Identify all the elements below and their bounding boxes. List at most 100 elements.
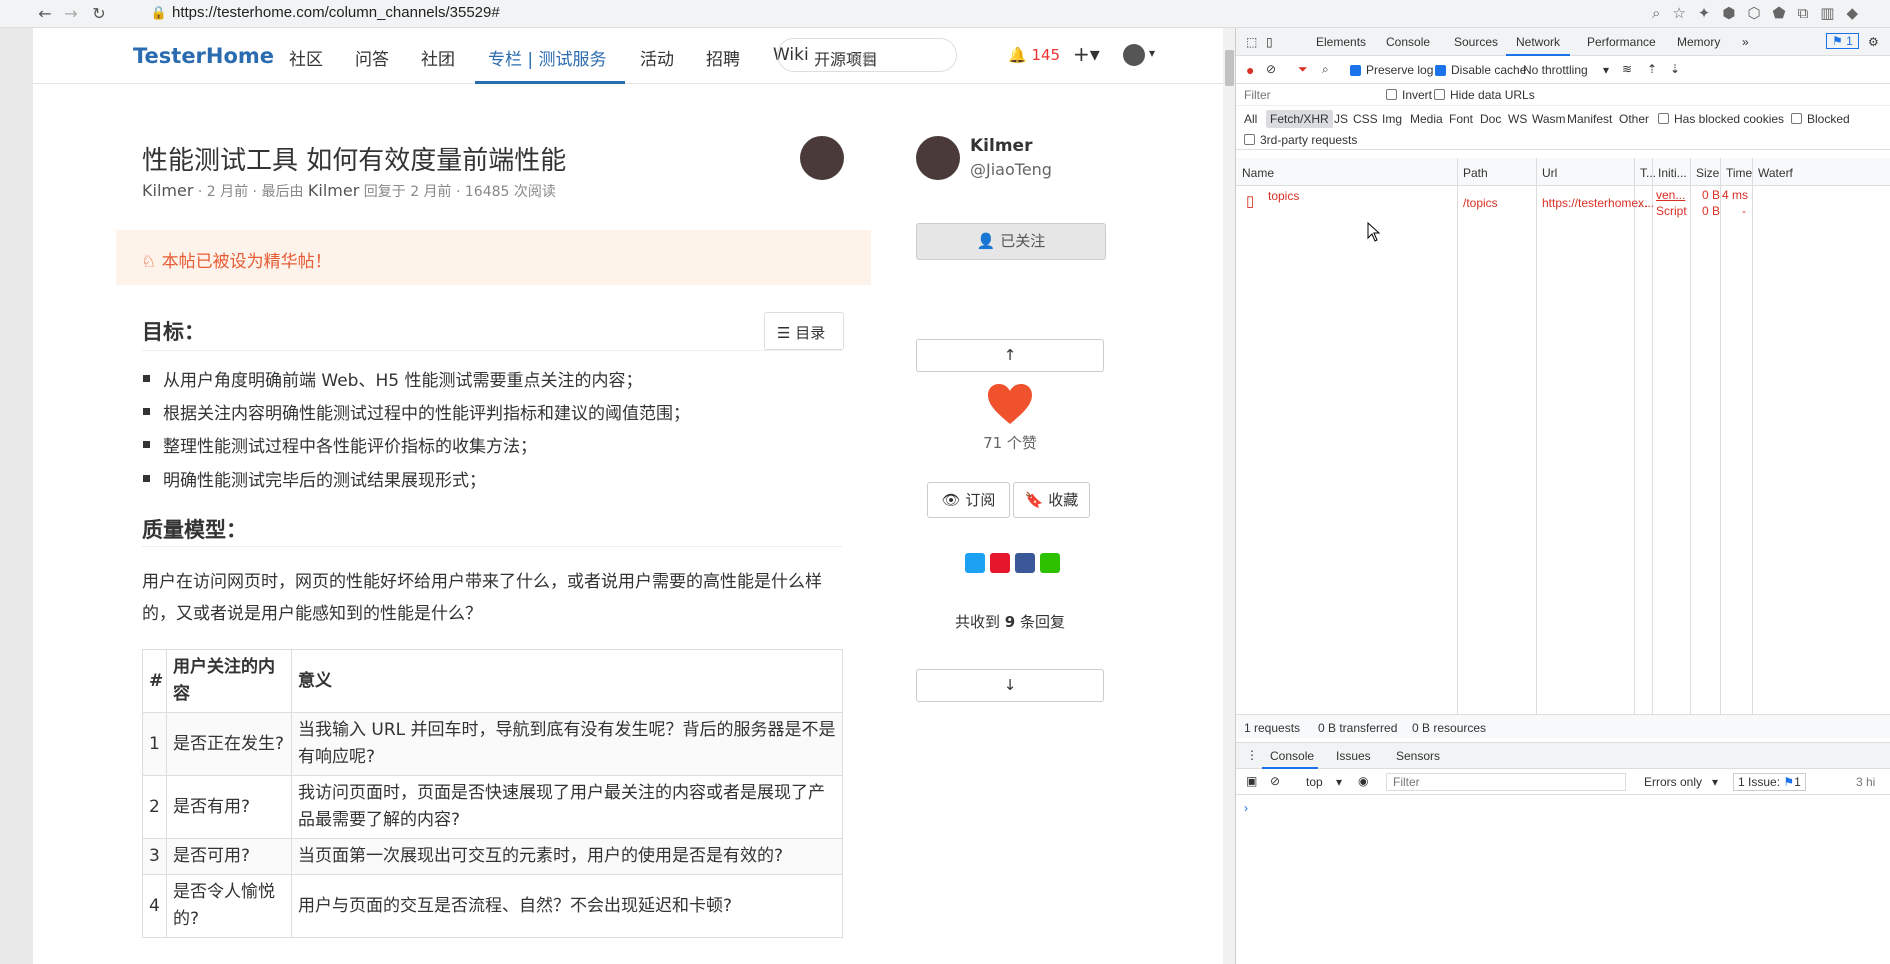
nav-column[interactable]: 专栏 | 测试服务: [488, 45, 607, 70]
console-prompt[interactable]: ›: [1244, 801, 1248, 815]
hide-data-urls-checkbox[interactable]: [1434, 89, 1445, 100]
nav-community[interactable]: 社区: [289, 45, 323, 70]
third-party-checkbox[interactable]: [1244, 134, 1255, 145]
subscribe-button[interactable]: 👁 订阅: [927, 482, 1010, 518]
filter-input[interactable]: Filter: [1244, 88, 1271, 102]
type-font[interactable]: Font: [1449, 112, 1473, 126]
nav-jobs[interactable]: 招聘: [706, 45, 740, 70]
gear-icon[interactable]: ⚙: [1868, 35, 1879, 49]
scroll-bottom-button[interactable]: ↓: [916, 669, 1104, 702]
col-waterfall[interactable]: Waterf: [1758, 166, 1793, 180]
col-size[interactable]: Size: [1696, 166, 1719, 180]
preserve-log-checkbox[interactable]: [1350, 65, 1361, 76]
device-toggle-icon[interactable]: ▯: [1266, 35, 1273, 49]
add-menu-icon[interactable]: +▾: [1073, 42, 1100, 66]
log-levels-select[interactable]: Errors only: [1644, 775, 1702, 789]
notification-badge[interactable]: 🔔 145: [1008, 46, 1060, 64]
tab-performance[interactable]: Performance: [1587, 35, 1656, 49]
col-time[interactable]: Time: [1726, 166, 1752, 180]
back-icon[interactable]: ←: [34, 3, 56, 25]
filter-icon[interactable]: ⏷: [1298, 62, 1308, 77]
article-author-avatar[interactable]: [800, 136, 844, 180]
sidebar-author-avatar[interactable]: [916, 136, 960, 180]
type-css[interactable]: CSS: [1353, 112, 1378, 126]
type-all[interactable]: All: [1244, 112, 1257, 126]
scroll-top-button[interactable]: ↑: [916, 339, 1104, 372]
issues-badge[interactable]: ⚑ 1: [1826, 33, 1859, 49]
col-name[interactable]: Name: [1242, 166, 1274, 180]
author-link[interactable]: Kilmer: [142, 181, 193, 200]
tab-memory[interactable]: Memory: [1677, 35, 1720, 49]
type-other[interactable]: Other: [1619, 112, 1649, 126]
col-url[interactable]: Url: [1542, 166, 1557, 180]
clear-icon[interactable]: ⊘: [1266, 62, 1276, 76]
page-scrollbar-thumb[interactable]: [1225, 50, 1234, 86]
type-doc[interactable]: Doc: [1480, 112, 1501, 126]
request-initiator-link[interactable]: ven...: [1656, 188, 1685, 202]
clear-console-icon[interactable]: ⊘: [1270, 774, 1280, 788]
extension-icons[interactable]: ⌕☆✦⬢⬡⬟⧉▥◆: [1652, 4, 1870, 22]
sidebar-toggle-icon[interactable]: ▣: [1246, 774, 1257, 788]
drawer-tab-sensors[interactable]: Sensors: [1396, 749, 1440, 763]
drawer-tab-console[interactable]: Console: [1270, 749, 1314, 763]
facebook-share-icon[interactable]: [1015, 553, 1035, 573]
address-bar[interactable]: https://testerhome.com/column_channels/3…: [172, 4, 500, 21]
type-js[interactable]: JS: [1334, 112, 1348, 126]
type-wasm[interactable]: Wasm: [1532, 112, 1566, 126]
type-ws[interactable]: WS: [1508, 112, 1527, 126]
type-fetch-xhr[interactable]: Fetch/XHR: [1266, 110, 1333, 128]
network-conditions-icon[interactable]: ≋: [1622, 62, 1632, 76]
tab-sources[interactable]: Sources: [1454, 35, 1498, 49]
follow-button[interactable]: 👤 已关注: [916, 223, 1106, 260]
nav-groups[interactable]: 社团: [421, 45, 455, 70]
col-type[interactable]: T...: [1640, 166, 1656, 180]
toc-button[interactable]: ☰ 目录: [764, 312, 844, 350]
export-icon[interactable]: ⇣: [1670, 62, 1680, 76]
table-row[interactable]: ▯ topics /topics https://testerhome... x…: [1236, 186, 1890, 222]
sidebar-author-name[interactable]: Kilmer: [970, 136, 1032, 156]
nav-qa[interactable]: 问答: [355, 45, 389, 70]
forward-icon[interactable]: →: [60, 3, 82, 25]
heart-icon[interactable]: [987, 383, 1033, 425]
type-manifest[interactable]: Manifest: [1567, 112, 1612, 126]
blocked-checkbox[interactable]: [1791, 113, 1802, 124]
page-scrollbar[interactable]: [1223, 28, 1235, 964]
eye-icon[interactable]: ◉: [1358, 774, 1368, 788]
col-initiator[interactable]: Initi...: [1658, 166, 1687, 180]
tab-elements[interactable]: Elements: [1316, 35, 1366, 49]
chevron-down-icon[interactable]: ▾: [1603, 63, 1609, 77]
import-icon[interactable]: ⇡: [1647, 62, 1657, 76]
throttling-select[interactable]: No throttling: [1523, 63, 1588, 77]
weibo-share-icon[interactable]: [990, 553, 1010, 573]
issues-counter[interactable]: 1 Issue: ⚑1: [1733, 773, 1806, 791]
blocked-cookies-checkbox[interactable]: [1658, 113, 1669, 124]
drawer-menu-icon[interactable]: ⋮: [1246, 748, 1258, 762]
invert-checkbox[interactable]: [1386, 89, 1397, 100]
brand-logo[interactable]: TesterHome: [133, 44, 274, 68]
console-filter-input[interactable]: Filter: [1386, 773, 1626, 791]
context-select[interactable]: top: [1306, 775, 1323, 789]
chevron-down-icon[interactable]: ▾: [1149, 46, 1155, 60]
col-path[interactable]: Path: [1463, 166, 1488, 180]
type-img[interactable]: Img: [1382, 112, 1402, 126]
disable-cache-checkbox[interactable]: [1435, 65, 1446, 76]
inspect-icon[interactable]: ⬚: [1246, 35, 1257, 49]
tab-more[interactable]: »: [1742, 35, 1749, 49]
lock-icon[interactable]: 🔒: [148, 3, 170, 25]
search-icon[interactable]: ⌕: [1322, 62, 1329, 77]
twitter-share-icon[interactable]: [965, 553, 985, 573]
user-avatar[interactable]: [1123, 44, 1145, 66]
wechat-share-icon[interactable]: [1040, 553, 1060, 573]
favorite-button[interactable]: 🔖 收藏: [1013, 482, 1090, 518]
drawer-tab-issues[interactable]: Issues: [1336, 749, 1371, 763]
request-name[interactable]: topics: [1268, 189, 1299, 203]
nav-events[interactable]: 活动: [640, 45, 674, 70]
type-media[interactable]: Media: [1410, 112, 1443, 126]
chevron-down-icon[interactable]: ▾: [1712, 775, 1718, 789]
record-icon[interactable]: ●: [1246, 62, 1254, 78]
chevron-down-icon[interactable]: ▾: [1336, 775, 1342, 789]
reload-icon[interactable]: ↻: [88, 3, 110, 25]
tab-network[interactable]: Network: [1516, 35, 1560, 49]
tab-console[interactable]: Console: [1386, 35, 1430, 49]
last-replier-link[interactable]: Kilmer: [308, 181, 359, 200]
